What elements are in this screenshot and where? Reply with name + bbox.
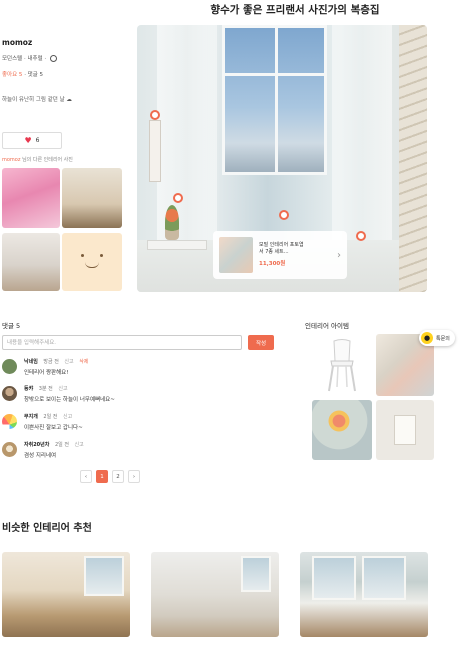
- style-tags: 모던스텔 · 내추럴 ·: [2, 54, 57, 62]
- comment-input[interactable]: [2, 335, 242, 350]
- page-button-2[interactable]: 2: [112, 470, 124, 483]
- submit-comment-button[interactable]: 작성: [248, 335, 274, 350]
- pagination: ‹ 1 2 ›: [80, 470, 140, 483]
- product-tag-pin[interactable]: [279, 210, 289, 220]
- delete-link[interactable]: 삭제: [79, 359, 88, 365]
- similar-section-title: 비슷한 인테리어 추천: [2, 523, 92, 534]
- comment-item: 자취20년차 2일 전 신고 겸성 지리네여: [2, 441, 282, 463]
- report-link[interactable]: 신고: [64, 359, 73, 365]
- product-name-line1: 모빌 인테리어 포토엽: [259, 241, 304, 248]
- rainbow-avatar[interactable]: [2, 414, 17, 429]
- like-count: 6: [35, 137, 40, 144]
- comments-count: · 댓글 5: [24, 72, 44, 78]
- similar-interior-card[interactable]: [151, 552, 279, 637]
- other-photo-thumbnail[interactable]: [62, 168, 122, 228]
- other-photo-thumbnail[interactable]: [62, 233, 122, 291]
- product-price: 11,300원: [259, 260, 286, 267]
- product-tag-pin[interactable]: [356, 231, 366, 241]
- style-tags-text: 모던스텔 · 내추럴 ·: [2, 56, 48, 62]
- chat-inquiry-label: 톡문의: [436, 335, 450, 342]
- similar-interior-card[interactable]: [300, 552, 428, 637]
- circle-icon: [49, 55, 57, 62]
- comment-text: 이쁜사진 잘보고 갑니다~: [24, 425, 83, 431]
- other-photo-thumbnail[interactable]: [2, 168, 60, 228]
- chevron-right-icon: ›: [337, 249, 341, 261]
- window-illustration: [241, 556, 271, 592]
- other-photos-text: 님의 다른 인테리어 사진: [20, 157, 73, 163]
- comment-item: 낙네임 방금 전 신고 삭제 인테리어 짱판해요!: [2, 358, 282, 380]
- report-link[interactable]: 신고: [63, 414, 72, 420]
- interior-items-header: 인테리어 아이템: [305, 322, 349, 330]
- product-thumbnail: [219, 237, 253, 273]
- post-caption: 하늘이 유난히 그림 같던 날 ☁: [2, 97, 72, 103]
- item-flower-vase[interactable]: [312, 400, 372, 460]
- comment-text: 겸성 지리네여: [24, 453, 57, 459]
- smiley-illustration: [75, 252, 109, 272]
- chat-inquiry-button[interactable]: ● 톡문의: [419, 330, 455, 346]
- avatar[interactable]: [2, 386, 17, 401]
- item-poster[interactable]: [376, 400, 434, 460]
- page-title: 향수가 좋은 프리랜서 사진가의 복층집: [210, 4, 380, 16]
- comment-text: 인테리어 짱판해요!: [24, 370, 69, 376]
- product-tag-pin[interactable]: [150, 110, 160, 120]
- like-button[interactable]: ♥ 6: [2, 132, 62, 149]
- product-card[interactable]: 모빌 인테리어 포토엽 서 7종 세트... 11,300원 ›: [213, 231, 347, 279]
- other-photos-label: momoz 님의 다른 인테리어 사진: [2, 156, 73, 163]
- window-illustration: [312, 556, 356, 600]
- heart-icon: ♥: [24, 135, 32, 145]
- comment-nickname[interactable]: 등캬: [24, 386, 33, 392]
- comment-time: 2일 전: [54, 442, 69, 448]
- window-illustration: [222, 25, 327, 175]
- page-button-1[interactable]: 1: [96, 470, 108, 483]
- chat-icon: ●: [421, 332, 433, 344]
- post-stats: 좋아요 5 · 댓글 5: [2, 70, 43, 78]
- report-link[interactable]: 신고: [58, 386, 67, 392]
- avatar[interactable]: [2, 442, 17, 457]
- report-link[interactable]: 신고: [75, 442, 84, 448]
- product-tag-pin[interactable]: [173, 193, 183, 203]
- comment-item: 무지개 2일 전 신고 이쁜사진 잘보고 갑니다~: [2, 413, 282, 435]
- other-photos-user[interactable]: momoz: [2, 157, 20, 163]
- product-name-line2: 서 7종 세트...: [259, 248, 289, 255]
- likes-count: 좋아요 5: [2, 72, 23, 78]
- window-illustration: [84, 556, 124, 596]
- comment-time: 2일 전: [43, 414, 58, 420]
- prev-page-button[interactable]: ‹: [80, 470, 92, 483]
- comment-text: 창밖으로 보이는 하늘이 너무예뻐네요~: [24, 397, 115, 403]
- author-name[interactable]: momoz: [2, 38, 32, 47]
- similar-interior-card[interactable]: [2, 552, 130, 637]
- comment-nickname[interactable]: 자취20년차: [24, 442, 49, 448]
- item-chair[interactable]: [312, 334, 372, 396]
- comment-nickname[interactable]: 낙네임: [24, 359, 38, 365]
- comment-nickname[interactable]: 무지개: [24, 414, 38, 420]
- comments-header: 댓글 5: [2, 322, 21, 330]
- comment-item: 등캬 3분 전 신고 창밖으로 보이는 하늘이 너무예뻐네요~: [2, 385, 282, 407]
- comment-time: 3분 전: [38, 386, 53, 392]
- avatar[interactable]: [2, 359, 17, 374]
- chair-illustration: [328, 339, 356, 392]
- next-page-button[interactable]: ›: [128, 470, 140, 483]
- other-photo-thumbnail[interactable]: [2, 233, 60, 291]
- window-illustration: [362, 556, 406, 600]
- comment-time: 방금 전: [43, 359, 59, 365]
